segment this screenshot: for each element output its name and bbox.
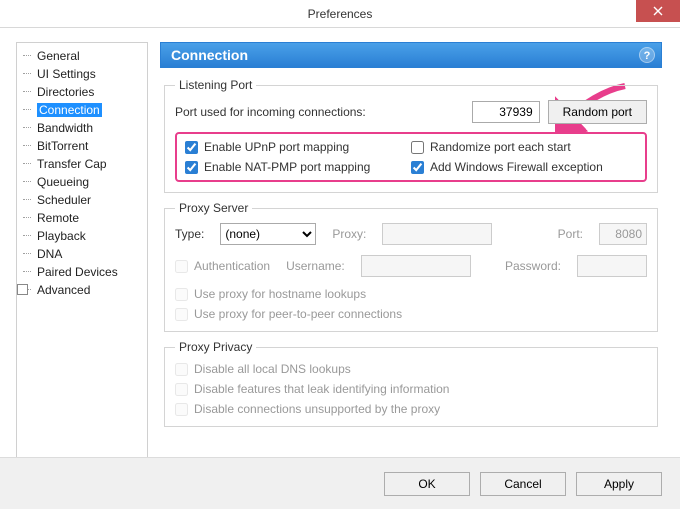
checkbox-dns: Disable all local DNS lookups: [175, 362, 647, 376]
sidebar-tree: General UI Settings Directories Connecti…: [16, 42, 148, 460]
checkbox-firewall[interactable]: Add Windows Firewall exception: [411, 160, 637, 174]
port-input[interactable]: [472, 101, 540, 123]
sidebar-item-advanced[interactable]: +Advanced: [17, 281, 147, 299]
sidebar-item-paired-devices[interactable]: Paired Devices: [17, 263, 147, 281]
listening-port-group: Listening Port Port used for incoming co…: [164, 78, 658, 193]
proxy-type-label: Type:: [175, 227, 204, 241]
proxy-privacy-group: Proxy Privacy Disable all local DNS look…: [164, 340, 658, 427]
window-title: Preferences: [308, 7, 373, 21]
checkbox-randomize[interactable]: Randomize port each start: [411, 140, 637, 154]
sidebar-item-general[interactable]: General: [17, 47, 147, 65]
proxy-type-select[interactable]: (none): [220, 223, 316, 245]
proxy-username-input: [361, 255, 471, 277]
checkbox-natpmp[interactable]: Enable NAT-PMP port mapping: [185, 160, 411, 174]
ok-button[interactable]: OK: [384, 472, 470, 496]
highlight-annotation: Enable UPnP port mapping Randomize port …: [175, 132, 647, 182]
sidebar-item-playback[interactable]: Playback: [17, 227, 147, 245]
proxy-username-label: Username:: [286, 259, 345, 273]
checkbox-leak: Disable features that leak identifying i…: [175, 382, 647, 396]
sidebar-item-transfer-cap[interactable]: Transfer Cap: [17, 155, 147, 173]
dialog-footer: OK Cancel Apply: [0, 457, 680, 509]
sidebar-item-queueing[interactable]: Queueing: [17, 173, 147, 191]
sidebar-item-dna[interactable]: DNA: [17, 245, 147, 263]
sidebar-item-ui-settings[interactable]: UI Settings: [17, 65, 147, 83]
help-icon[interactable]: ?: [639, 47, 655, 63]
sidebar-item-scheduler[interactable]: Scheduler: [17, 191, 147, 209]
random-port-button[interactable]: Random port: [548, 100, 647, 124]
panel-body: Listening Port Port used for incoming co…: [160, 72, 662, 453]
proxy-port-input: [599, 223, 647, 245]
sidebar-item-remote[interactable]: Remote: [17, 209, 147, 227]
checkbox-upnp[interactable]: Enable UPnP port mapping: [185, 140, 411, 154]
close-icon: [653, 6, 663, 16]
checkbox-proxy-hostname: Use proxy for hostname lookups: [175, 287, 647, 301]
proxy-password-label: Password:: [505, 259, 561, 273]
checkbox-unsupported: Disable connections unsupported by the p…: [175, 402, 647, 416]
port-label: Port used for incoming connections:: [175, 105, 464, 119]
proxy-privacy-legend: Proxy Privacy: [175, 340, 256, 354]
apply-button[interactable]: Apply: [576, 472, 662, 496]
titlebar: Preferences: [0, 0, 680, 28]
proxy-port-label: Port:: [558, 227, 583, 241]
sidebar-item-bandwidth[interactable]: Bandwidth: [17, 119, 147, 137]
checkbox-proxy-p2p: Use proxy for peer-to-peer connections: [175, 307, 647, 321]
sidebar-item-directories[interactable]: Directories: [17, 83, 147, 101]
proxy-server-group: Proxy Server Type: (none) Proxy: Port: A…: [164, 201, 658, 332]
proxy-server-legend: Proxy Server: [175, 201, 252, 215]
panel-header: Connection ?: [160, 42, 662, 68]
checkbox-authentication: Authentication: [175, 259, 270, 273]
expand-plus-icon: +: [19, 283, 25, 294]
cancel-button[interactable]: Cancel: [480, 472, 566, 496]
close-button[interactable]: [636, 0, 680, 22]
sidebar-item-connection[interactable]: Connection: [17, 101, 147, 119]
proxy-password-input: [577, 255, 647, 277]
proxy-host-input: [382, 223, 492, 245]
panel-title: Connection: [171, 47, 248, 63]
sidebar-item-bittorrent[interactable]: BitTorrent: [17, 137, 147, 155]
proxy-host-label: Proxy:: [332, 227, 366, 241]
listening-port-legend: Listening Port: [175, 78, 256, 92]
